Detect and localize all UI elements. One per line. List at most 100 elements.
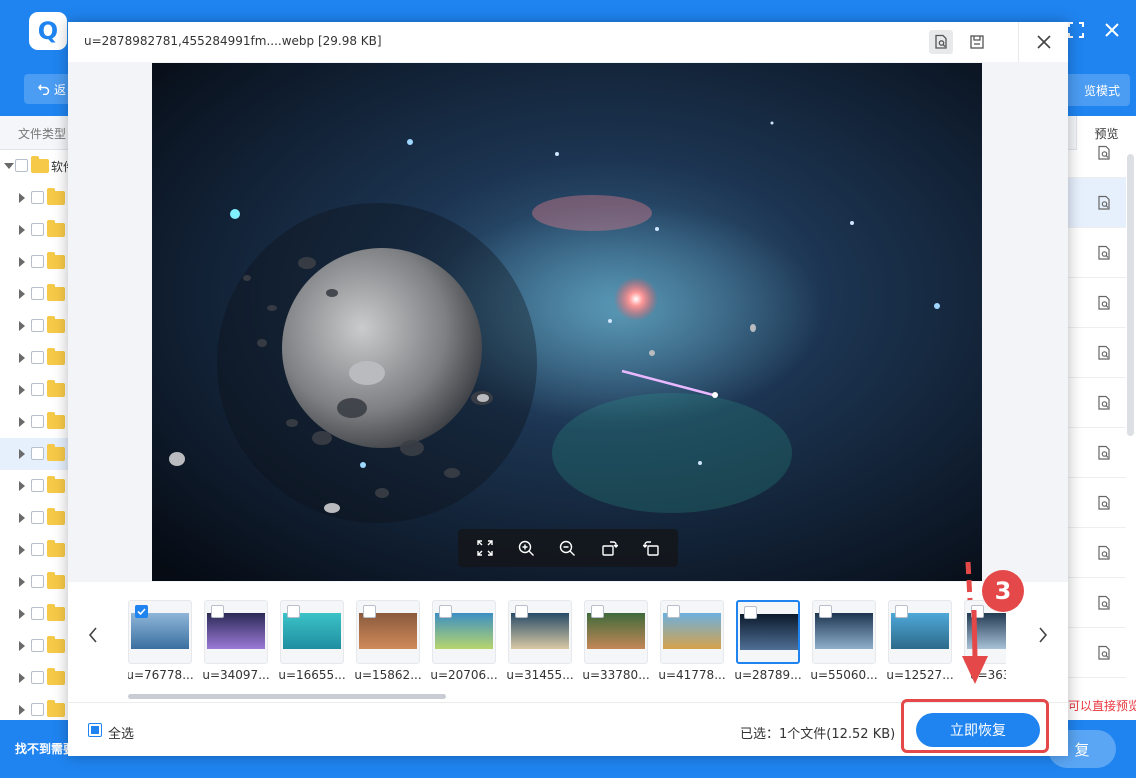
tree-folder-row[interactable]: [0, 598, 68, 630]
thumbnail-frame[interactable]: [508, 600, 572, 664]
zoom-out-icon[interactable]: [555, 535, 581, 561]
preview-row[interactable]: [1068, 228, 1126, 278]
thumbnail-item[interactable]: u=33780...: [582, 600, 650, 684]
expand-arrow-icon[interactable]: [19, 193, 25, 203]
expand-arrow-icon[interactable]: [19, 481, 25, 491]
tree-checkbox[interactable]: [31, 223, 44, 236]
preview-icon[interactable]: [1096, 645, 1112, 661]
tree-checkbox[interactable]: [31, 351, 44, 364]
expand-arrow-icon[interactable]: [19, 705, 25, 715]
thumbnail-checkbox[interactable]: [744, 606, 757, 619]
preview-icon[interactable]: [1096, 195, 1112, 211]
tree-folder-row[interactable]: [0, 406, 68, 438]
preview-row[interactable]: [1068, 328, 1126, 378]
thumbnail-checkbox[interactable]: [895, 605, 908, 618]
tree-checkbox[interactable]: [31, 447, 44, 460]
thumbnail-item[interactable]: u=55060...: [810, 600, 878, 684]
preview-icon[interactable]: [1096, 495, 1112, 511]
tree-checkbox[interactable]: [31, 543, 44, 556]
tree-folder-row[interactable]: [0, 470, 68, 502]
tree-checkbox[interactable]: [31, 639, 44, 652]
close-icon[interactable]: [1100, 18, 1124, 42]
file-info-icon[interactable]: [929, 30, 953, 54]
thumbnail-scrollbar[interactable]: [128, 694, 446, 699]
tree-checkbox[interactable]: [31, 415, 44, 428]
thumbnail-checkbox[interactable]: [819, 605, 832, 618]
thumbnail-frame[interactable]: [584, 600, 648, 664]
scrollbar[interactable]: [1127, 154, 1134, 436]
zoom-in-icon[interactable]: [513, 535, 539, 561]
expand-arrow-icon[interactable]: [19, 513, 25, 523]
tree-folder-row[interactable]: [0, 662, 68, 694]
thumbnail-checkbox[interactable]: [439, 605, 452, 618]
preview-row[interactable]: [1068, 378, 1126, 428]
preview-icon[interactable]: [1096, 245, 1112, 261]
thumbnail-checkbox[interactable]: [515, 605, 528, 618]
thumbnail-frame[interactable]: [356, 600, 420, 664]
thumbnail-item[interactable]: u=12527...: [886, 600, 954, 684]
thumbnail-item[interactable]: u=28789...: [734, 600, 802, 684]
select-all-label[interactable]: 全选: [108, 723, 134, 742]
tree-checkbox[interactable]: [31, 319, 44, 332]
preview-row[interactable]: [1068, 528, 1126, 578]
tree-folder-row[interactable]: [0, 630, 68, 662]
tree-checkbox[interactable]: [15, 159, 28, 172]
expand-arrow-icon[interactable]: [19, 417, 25, 427]
thumbnail-checkbox[interactable]: [287, 605, 300, 618]
preview-icon[interactable]: [1096, 345, 1112, 361]
tree-checkbox[interactable]: [31, 255, 44, 268]
tree-checkbox[interactable]: [31, 511, 44, 524]
help-link[interactable]: 找不到需要: [15, 740, 70, 757]
rotate-left-icon[interactable]: [638, 535, 664, 561]
next-arrow-icon[interactable]: [1032, 622, 1054, 648]
expand-arrow-icon[interactable]: [19, 609, 25, 619]
thumbnail-frame[interactable]: [432, 600, 496, 664]
expand-arrow-icon[interactable]: [19, 321, 25, 331]
thumbnail-item[interactable]: u=20706...: [430, 600, 498, 684]
tree-folder-row[interactable]: [0, 502, 68, 534]
expand-arrow-icon[interactable]: [19, 577, 25, 587]
collapse-arrow-icon[interactable]: [4, 163, 14, 169]
thumbnail-item[interactable]: u=76778...: [128, 600, 194, 684]
fit-screen-icon[interactable]: [472, 535, 498, 561]
tree-folder-row[interactable]: [0, 566, 68, 598]
tree-checkbox[interactable]: [31, 607, 44, 620]
thumbnail-frame[interactable]: [736, 600, 800, 664]
tree-checkbox[interactable]: [31, 671, 44, 684]
tree-folder-row[interactable]: [0, 342, 68, 374]
expand-arrow-icon[interactable]: [19, 353, 25, 363]
preview-icon[interactable]: [1096, 545, 1112, 561]
expand-arrow-icon[interactable]: [19, 385, 25, 395]
preview-icon[interactable]: [1096, 295, 1112, 311]
thumbnail-frame[interactable]: [204, 600, 268, 664]
tree-folder-row[interactable]: [0, 438, 68, 470]
thumbnail-item[interactable]: u=15862...: [354, 600, 422, 684]
tree-folder-row[interactable]: [0, 310, 68, 342]
expand-arrow-icon[interactable]: [19, 545, 25, 555]
thumbnail-item[interactable]: u=41778...: [658, 600, 726, 684]
tree-folder-row[interactable]: [0, 182, 68, 214]
expand-arrow-icon[interactable]: [19, 225, 25, 235]
tree-checkbox[interactable]: [31, 287, 44, 300]
thumbnail-frame[interactable]: [280, 600, 344, 664]
select-all-checkbox[interactable]: [88, 723, 102, 737]
tree-checkbox[interactable]: [31, 383, 44, 396]
expand-arrow-icon[interactable]: [19, 257, 25, 267]
thumbnail-frame[interactable]: [128, 600, 192, 664]
preview-row[interactable]: [1068, 428, 1126, 478]
tree-folder-row[interactable]: [0, 534, 68, 566]
thumbnail-checkbox[interactable]: [667, 605, 680, 618]
expand-arrow-icon[interactable]: [19, 641, 25, 651]
tree-folder-row[interactable]: [0, 278, 68, 310]
thumbnail-checkbox[interactable]: [135, 605, 148, 618]
rotate-right-icon[interactable]: [597, 535, 623, 561]
thumbnail-checkbox[interactable]: [211, 605, 224, 618]
thumbnail-frame[interactable]: [888, 600, 952, 664]
expand-arrow-icon[interactable]: [19, 289, 25, 299]
thumbnail-checkbox[interactable]: [591, 605, 604, 618]
expand-arrow-icon[interactable]: [19, 673, 25, 683]
thumbnail-frame[interactable]: [812, 600, 876, 664]
previous-arrow-icon[interactable]: [82, 622, 104, 648]
thumbnail-frame[interactable]: [660, 600, 724, 664]
preview-row[interactable]: [1068, 478, 1126, 528]
